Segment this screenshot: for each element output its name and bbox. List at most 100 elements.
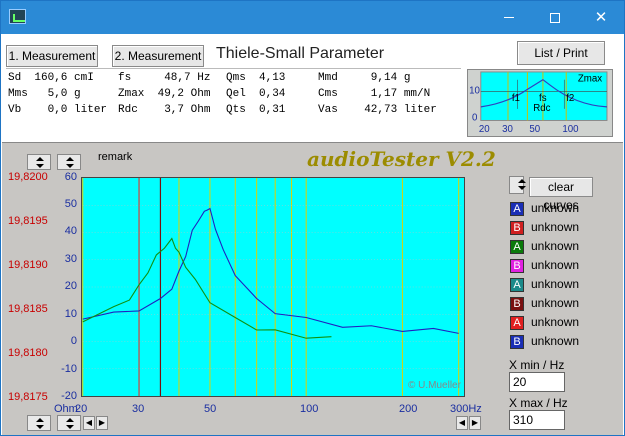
maximize-icon	[550, 12, 560, 23]
clear-curves-button[interactable]: clear curves	[529, 177, 593, 212]
y-right-tick: 60	[64, 171, 77, 183]
param-qms: Qms 4,13	[226, 72, 286, 84]
x-tick: 200	[399, 403, 418, 415]
param-qts: Qts 0,31	[226, 104, 286, 116]
x-tick: 100	[300, 403, 319, 415]
impedance-thumbnail: Zmax f1 fs f2 Rdc 10 0 20 30 50 100	[467, 69, 613, 137]
param-cms: Cms 1,17 mm/N	[318, 88, 431, 100]
minimize-button[interactable]	[486, 1, 532, 34]
param-qel: Qel 0,34	[226, 88, 286, 100]
legend-swatch[interactable]: B	[510, 221, 524, 235]
legend-item[interactable]: Bunknown	[510, 258, 610, 274]
legend-label: unknown	[531, 201, 580, 215]
y-right-tick: 0	[70, 335, 77, 347]
thumb-label-rdc: Rdc	[533, 103, 550, 114]
legend-label: unknown	[531, 239, 580, 253]
legend-label: unknown	[531, 258, 580, 272]
legend-swatch[interactable]: B	[510, 335, 524, 349]
legend-label: unknown	[531, 334, 580, 348]
param-fs: fs 48,7 Hz	[118, 72, 211, 84]
divider	[6, 68, 461, 69]
legend-swatch[interactable]: B	[510, 297, 524, 311]
param-zmax: Zmax 49,2 Ohm	[118, 88, 211, 100]
thumb-ytick: 10	[469, 85, 480, 96]
param-rdc: Rdc 3,7 Ohm	[118, 104, 211, 116]
legend-swatch[interactable]: A	[510, 202, 524, 216]
thumb-label-f1: f1	[512, 93, 520, 104]
x-tick: 300Hz	[450, 403, 482, 415]
x-tick: 50	[204, 403, 217, 415]
y-left-tick: 19,8195	[8, 215, 48, 227]
param-mms: Mms 5,0 g	[8, 88, 81, 100]
xmin-label: X min / Hz	[509, 358, 565, 372]
thumb-xtick: 30	[502, 124, 513, 135]
legend-swatch[interactable]: B	[510, 259, 524, 273]
list-print-button[interactable]: List / Print	[517, 41, 605, 65]
x-tick: 20	[75, 403, 88, 415]
maximize-button[interactable]	[532, 1, 578, 34]
param-mmd: Mmd 9,14 g	[318, 72, 411, 84]
y-right-tick: 40	[64, 225, 77, 237]
thumb-label-f2: f2	[566, 93, 574, 104]
legend-label: unknown	[531, 220, 580, 234]
param-sd: Sd 160,6 cmI	[8, 72, 94, 84]
thumb-label-zmax: Zmax	[578, 74, 602, 85]
curve-spinner[interactable]	[509, 176, 526, 194]
xmax-label: X max / Hz	[509, 396, 568, 410]
x-tick: 30	[132, 403, 145, 415]
legend-label: unknown	[531, 315, 580, 329]
xmax-input[interactable]: 310	[509, 410, 565, 430]
legend-item[interactable]: Aunknown	[510, 201, 610, 217]
close-button[interactable]: ✕	[578, 1, 624, 34]
y-right-spinner[interactable]	[57, 154, 81, 170]
thumb-xtick: 100	[562, 124, 579, 135]
y-right-tick: -10	[61, 363, 77, 375]
legend-item[interactable]: Bunknown	[510, 296, 610, 312]
app-icon[interactable]	[9, 9, 26, 24]
title-bar: ✕	[1, 1, 624, 34]
thumb-ytick: 0	[472, 112, 478, 123]
scroll-right-button-right[interactable]: ▶	[469, 416, 481, 430]
scroll-left-button[interactable]: ◀	[83, 416, 95, 430]
y-right-tick: 20	[64, 280, 77, 292]
series-line-1	[82, 237, 332, 339]
legend-swatch[interactable]: A	[510, 316, 524, 330]
scroll-right-button[interactable]: ▶	[96, 416, 108, 430]
legend-item[interactable]: Aunknown	[510, 239, 610, 255]
graph-panel: remark audioTester V2.2 19,8200 19,8195 …	[2, 142, 623, 435]
legend-label: unknown	[531, 277, 580, 291]
parameter-panel: 1. Measurement 2. Measurement Thiele-Sma…	[2, 35, 623, 142]
params-col-3: Qms 4,13 Qel 0,34 Qts 0,31	[226, 70, 285, 118]
measurement-1-button[interactable]: 1. Measurement	[6, 45, 98, 67]
legend-item[interactable]: Bunknown	[510, 220, 610, 236]
x-left-spinner[interactable]	[27, 415, 51, 431]
measurement-2-button[interactable]: 2. Measurement	[112, 45, 204, 67]
y-right-tick: 10	[64, 308, 77, 320]
impedance-plot[interactable]	[81, 177, 465, 397]
y-left-tick: 19,8185	[8, 303, 48, 315]
xmin-input[interactable]: 20	[509, 372, 565, 392]
legend-item[interactable]: Aunknown	[510, 277, 610, 293]
y-left-tick: 19,8200	[8, 171, 48, 183]
legend-label: unknown	[531, 296, 580, 310]
param-vb: Vb 0,0 liter	[8, 104, 108, 116]
y-left-tick: 19,8175	[8, 391, 48, 403]
params-col-1: Sd 160,6 cmI Mms 5,0 g Vb 0,0 liter	[8, 70, 107, 118]
legend-item[interactable]: Bunknown	[510, 334, 610, 350]
legend-item[interactable]: Aunknown	[510, 315, 610, 331]
app-brand: audioTester V2.2	[307, 147, 496, 171]
params-col-4: Mmd 9,14 g Cms 1,17 mm/N Vas 42,73 liter	[318, 70, 437, 118]
params-col-2: fs 48,7 Hz Zmax 49,2 Ohm Rdc 3,7 Ohm	[118, 70, 210, 118]
y-left-tick: 19,8190	[8, 259, 48, 271]
thumb-xtick: 20	[479, 124, 490, 135]
panel-title: Thiele-Small Parameter	[216, 45, 385, 62]
legend-swatch[interactable]: A	[510, 278, 524, 292]
x-zoom-spinner[interactable]	[57, 415, 81, 431]
y-left-spinner[interactable]	[27, 154, 51, 170]
legend-swatch[interactable]: A	[510, 240, 524, 254]
copyright-label: © U.Mueller	[408, 380, 461, 391]
y-right-tick: 30	[64, 253, 77, 265]
param-vas: Vas 42,73 liter	[318, 104, 437, 116]
scroll-left-button-right[interactable]: ◀	[456, 416, 468, 430]
y-left-tick: 19,8180	[8, 347, 48, 359]
